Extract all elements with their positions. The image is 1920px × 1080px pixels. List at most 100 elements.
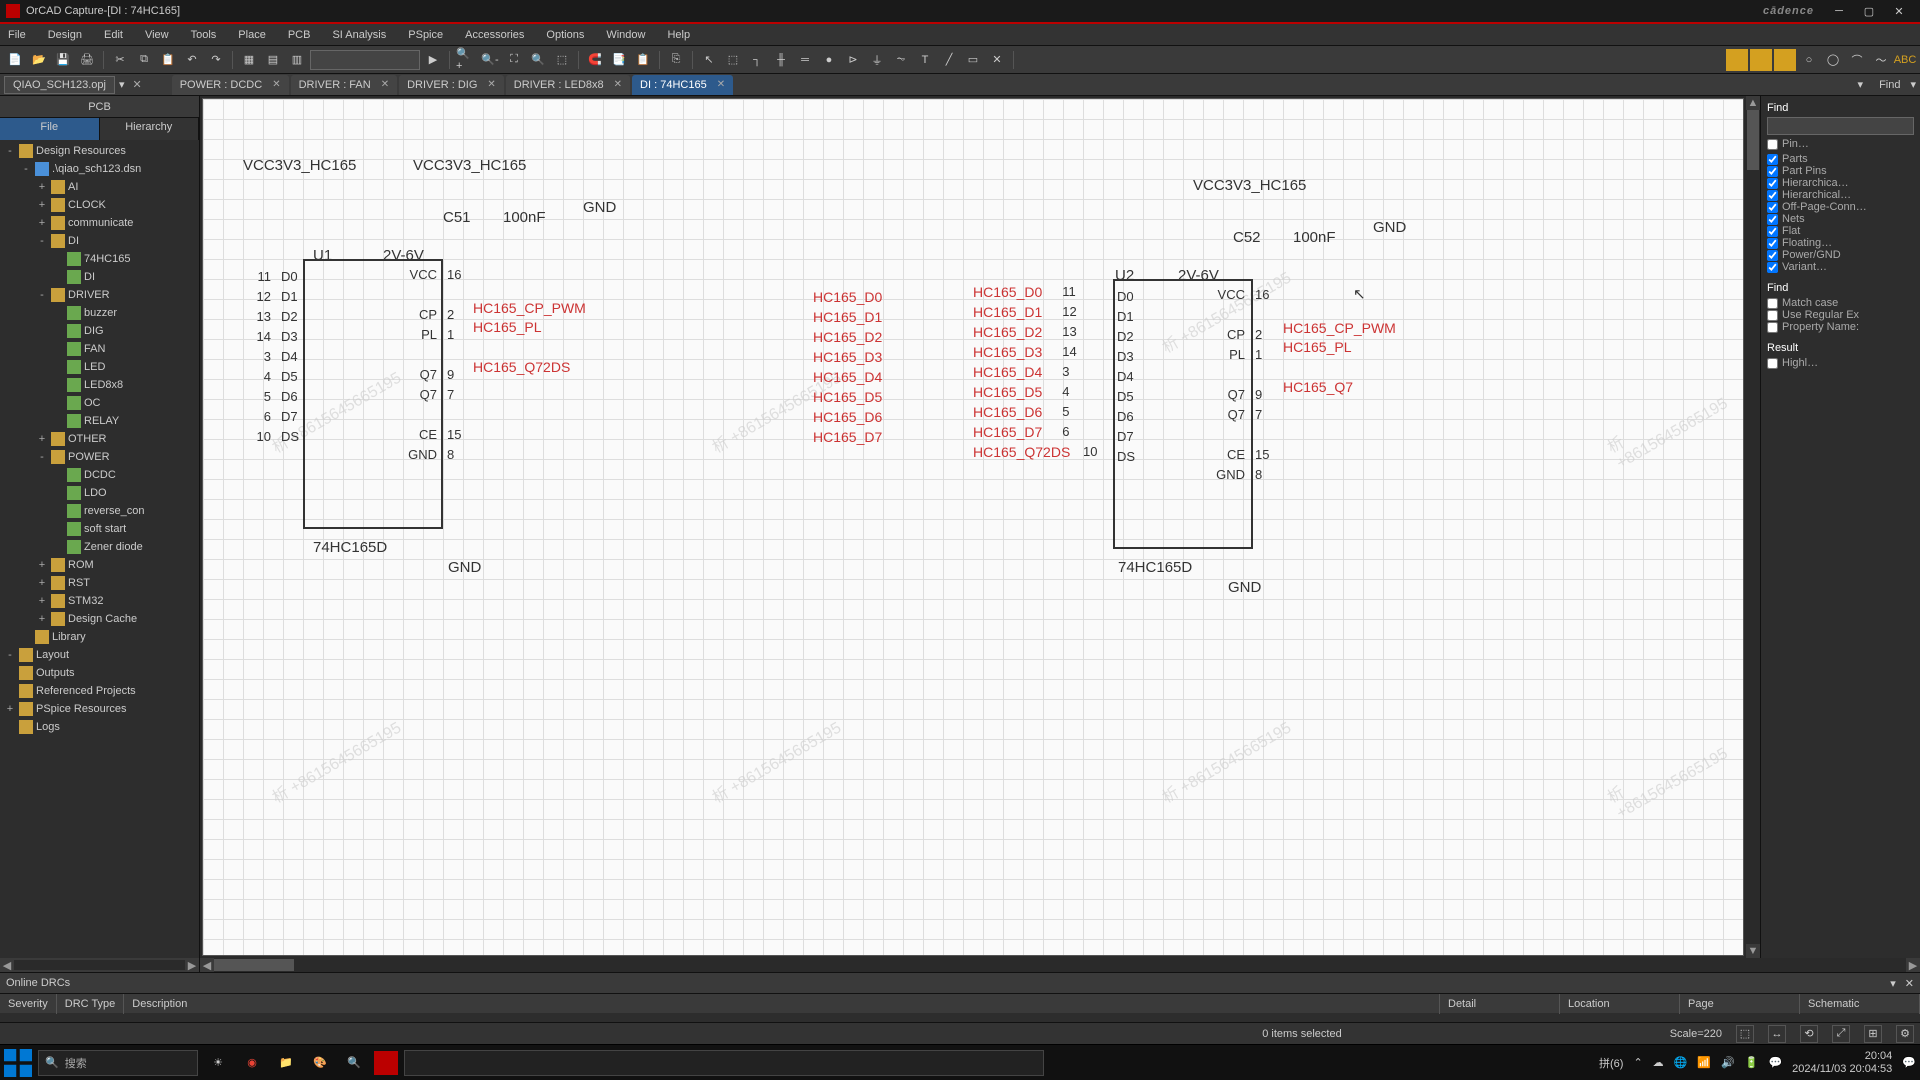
project-tab[interactable]: QIAO_SCH123.opj: [4, 76, 115, 94]
tree-node[interactable]: LED8x8: [0, 376, 199, 394]
bom-icon[interactable]: 📋: [632, 49, 654, 71]
place-text-icon[interactable]: T: [914, 49, 936, 71]
tree-node[interactable]: +communicate: [0, 214, 199, 232]
net-label[interactable]: HC165_CP_PWM: [473, 300, 586, 316]
part-selector[interactable]: [310, 50, 420, 70]
find-filter-check[interactable]: Parts: [1767, 153, 1914, 165]
taskbar-search[interactable]: 🔍 搜索: [38, 1050, 198, 1076]
tree-node[interactable]: Referenced Projects: [0, 682, 199, 700]
tree-node[interactable]: Logs: [0, 718, 199, 736]
tray-network-icon[interactable]: 🌐: [1674, 1056, 1688, 1069]
pin-num[interactable]: 12: [1062, 304, 1076, 324]
drc-col-header[interactable]: DRC Type: [57, 994, 125, 1014]
canvas-vscrollbar[interactable]: ▲ ▼: [1746, 96, 1760, 958]
shape-circle-icon[interactable]: ○: [1798, 49, 1820, 71]
cap-val[interactable]: 100nF: [503, 209, 546, 226]
place-net-icon[interactable]: ╫: [770, 49, 792, 71]
snap-icon[interactable]: ▤: [262, 49, 284, 71]
pin-num[interactable]: 5: [1062, 404, 1069, 424]
net-label[interactable]: HC165_D0: [813, 289, 882, 309]
open-file-icon[interactable]: 📂: [28, 49, 50, 71]
tree-node[interactable]: RELAY: [0, 412, 199, 430]
net-label[interactable]: HC165_D2: [973, 324, 1042, 344]
copy-icon[interactable]: ⧉: [133, 49, 155, 71]
menu-design[interactable]: Design: [44, 27, 86, 43]
start-button[interactable]: [4, 1049, 32, 1077]
status-icon-1[interactable]: ⬚: [1736, 1025, 1754, 1043]
taskbar-clock[interactable]: 20:04 2024/11/03 20:04:53: [1792, 1050, 1892, 1074]
net-label[interactable]: HC165_D5: [813, 389, 882, 409]
scroll-left-icon[interactable]: ◀: [0, 958, 14, 972]
project-tab-close-icon[interactable]: ✕: [132, 78, 141, 91]
cap-val[interactable]: 100nF: [1293, 229, 1336, 246]
find-filter-check[interactable]: Nets: [1767, 213, 1914, 225]
chrome-icon[interactable]: ◉: [238, 1049, 266, 1077]
drc-close-icon[interactable]: ✕: [1905, 978, 1914, 990]
find-option-check[interactable]: Property Name:: [1767, 321, 1914, 333]
tab-close-icon[interactable]: ✕: [487, 79, 495, 90]
zoom-out-icon[interactable]: 🔍-: [479, 49, 501, 71]
tree-expand-icon[interactable]: +: [36, 577, 48, 589]
menu-accessories[interactable]: Accessories: [461, 27, 528, 43]
tree-node[interactable]: -DRIVER: [0, 286, 199, 304]
find-filter-check[interactable]: Off-Page-Conn…: [1767, 201, 1914, 213]
menu-edit[interactable]: Edit: [100, 27, 127, 43]
net-label[interactable]: HC165_PL: [1283, 339, 1352, 355]
find-filter-check[interactable]: Hierarchica…: [1767, 177, 1914, 189]
gnd-label[interactable]: GND: [1373, 219, 1406, 236]
explorer-icon[interactable]: 📁: [272, 1049, 300, 1077]
net-label[interactable]: HC165_D7: [813, 429, 882, 449]
tree-expand-icon[interactable]: +: [36, 217, 48, 229]
tab-close-icon[interactable]: ✕: [272, 79, 280, 90]
tree-node[interactable]: -Design Resources: [0, 142, 199, 160]
project-tab-file[interactable]: File: [0, 118, 100, 140]
place-wire-icon[interactable]: ┐: [746, 49, 768, 71]
pin-row[interactable]: 11D0: [247, 269, 299, 289]
tree-node[interactable]: reverse_con: [0, 502, 199, 520]
tree-node[interactable]: +AI: [0, 178, 199, 196]
zoom-area-icon[interactable]: 🔍: [527, 49, 549, 71]
u2-ref[interactable]: U2: [1115, 267, 1134, 284]
status-icon-2[interactable]: ↔: [1768, 1025, 1786, 1043]
new-file-icon[interactable]: 📄: [4, 49, 26, 71]
tray-battery-icon[interactable]: 🔋: [1745, 1056, 1759, 1069]
u2-gnd[interactable]: GND: [1228, 579, 1261, 596]
paste-icon[interactable]: 📋: [157, 49, 179, 71]
scroll-right-icon[interactable]: ▶: [185, 958, 199, 972]
shape-arc-icon[interactable]: ⌒: [1846, 49, 1868, 71]
drc-dropdown-icon[interactable]: ▾: [1884, 978, 1902, 990]
result-highlight[interactable]: Highl…: [1767, 357, 1914, 369]
doc-tab[interactable]: POWER : DCDC✕: [172, 75, 289, 95]
pin-num[interactable]: 4: [1062, 384, 1069, 404]
menu-view[interactable]: View: [141, 27, 173, 43]
tray-chevron-icon[interactable]: ⌃: [1633, 1056, 1642, 1069]
drc-col-header[interactable]: Schematic: [1800, 994, 1920, 1014]
pin-row[interactable]: 6D7: [247, 409, 299, 429]
weather-icon[interactable]: ☀: [204, 1049, 232, 1077]
schematic-canvas[interactable]: 析 +8615645665195 析 +8615645665195 析 +861…: [202, 98, 1744, 956]
tree-node[interactable]: DIG: [0, 322, 199, 340]
u2-val[interactable]: 2V-6V: [1178, 267, 1219, 284]
close-button[interactable]: ✕: [1884, 0, 1914, 23]
project-hscrollbar[interactable]: ◀ ▶: [0, 958, 199, 972]
find-dropdown-icon[interactable]: ▾: [1910, 78, 1916, 91]
doc-tab[interactable]: DRIVER : FAN✕: [291, 75, 398, 95]
pin-num[interactable]: 14: [1062, 344, 1076, 364]
pin-num[interactable]: 3: [1062, 364, 1069, 384]
project-tab-dropdown-icon[interactable]: ▾: [115, 78, 129, 91]
menu-pcb[interactable]: PCB: [284, 27, 315, 43]
menu-pspice[interactable]: PSpice: [404, 27, 447, 43]
net-label[interactable]: HC165_D5: [973, 384, 1042, 404]
tree-node[interactable]: -DI: [0, 232, 199, 250]
find-option-check[interactable]: Match case: [1767, 297, 1914, 309]
pin-row[interactable]: 3D4: [247, 349, 299, 369]
find-input[interactable]: [1767, 117, 1914, 135]
pin-row[interactable]: 14D3: [247, 329, 299, 349]
net-label[interactable]: HC165_D4: [813, 369, 882, 389]
gnd-label[interactable]: GND: [583, 199, 616, 216]
pin-row[interactable]: 13D2: [247, 309, 299, 329]
status-icon-6[interactable]: ⚙: [1896, 1025, 1914, 1043]
select-tool-icon[interactable]: ↖: [698, 49, 720, 71]
color-swatch-1-icon[interactable]: [1726, 49, 1748, 71]
drc-col-header[interactable]: Location: [1560, 994, 1680, 1014]
